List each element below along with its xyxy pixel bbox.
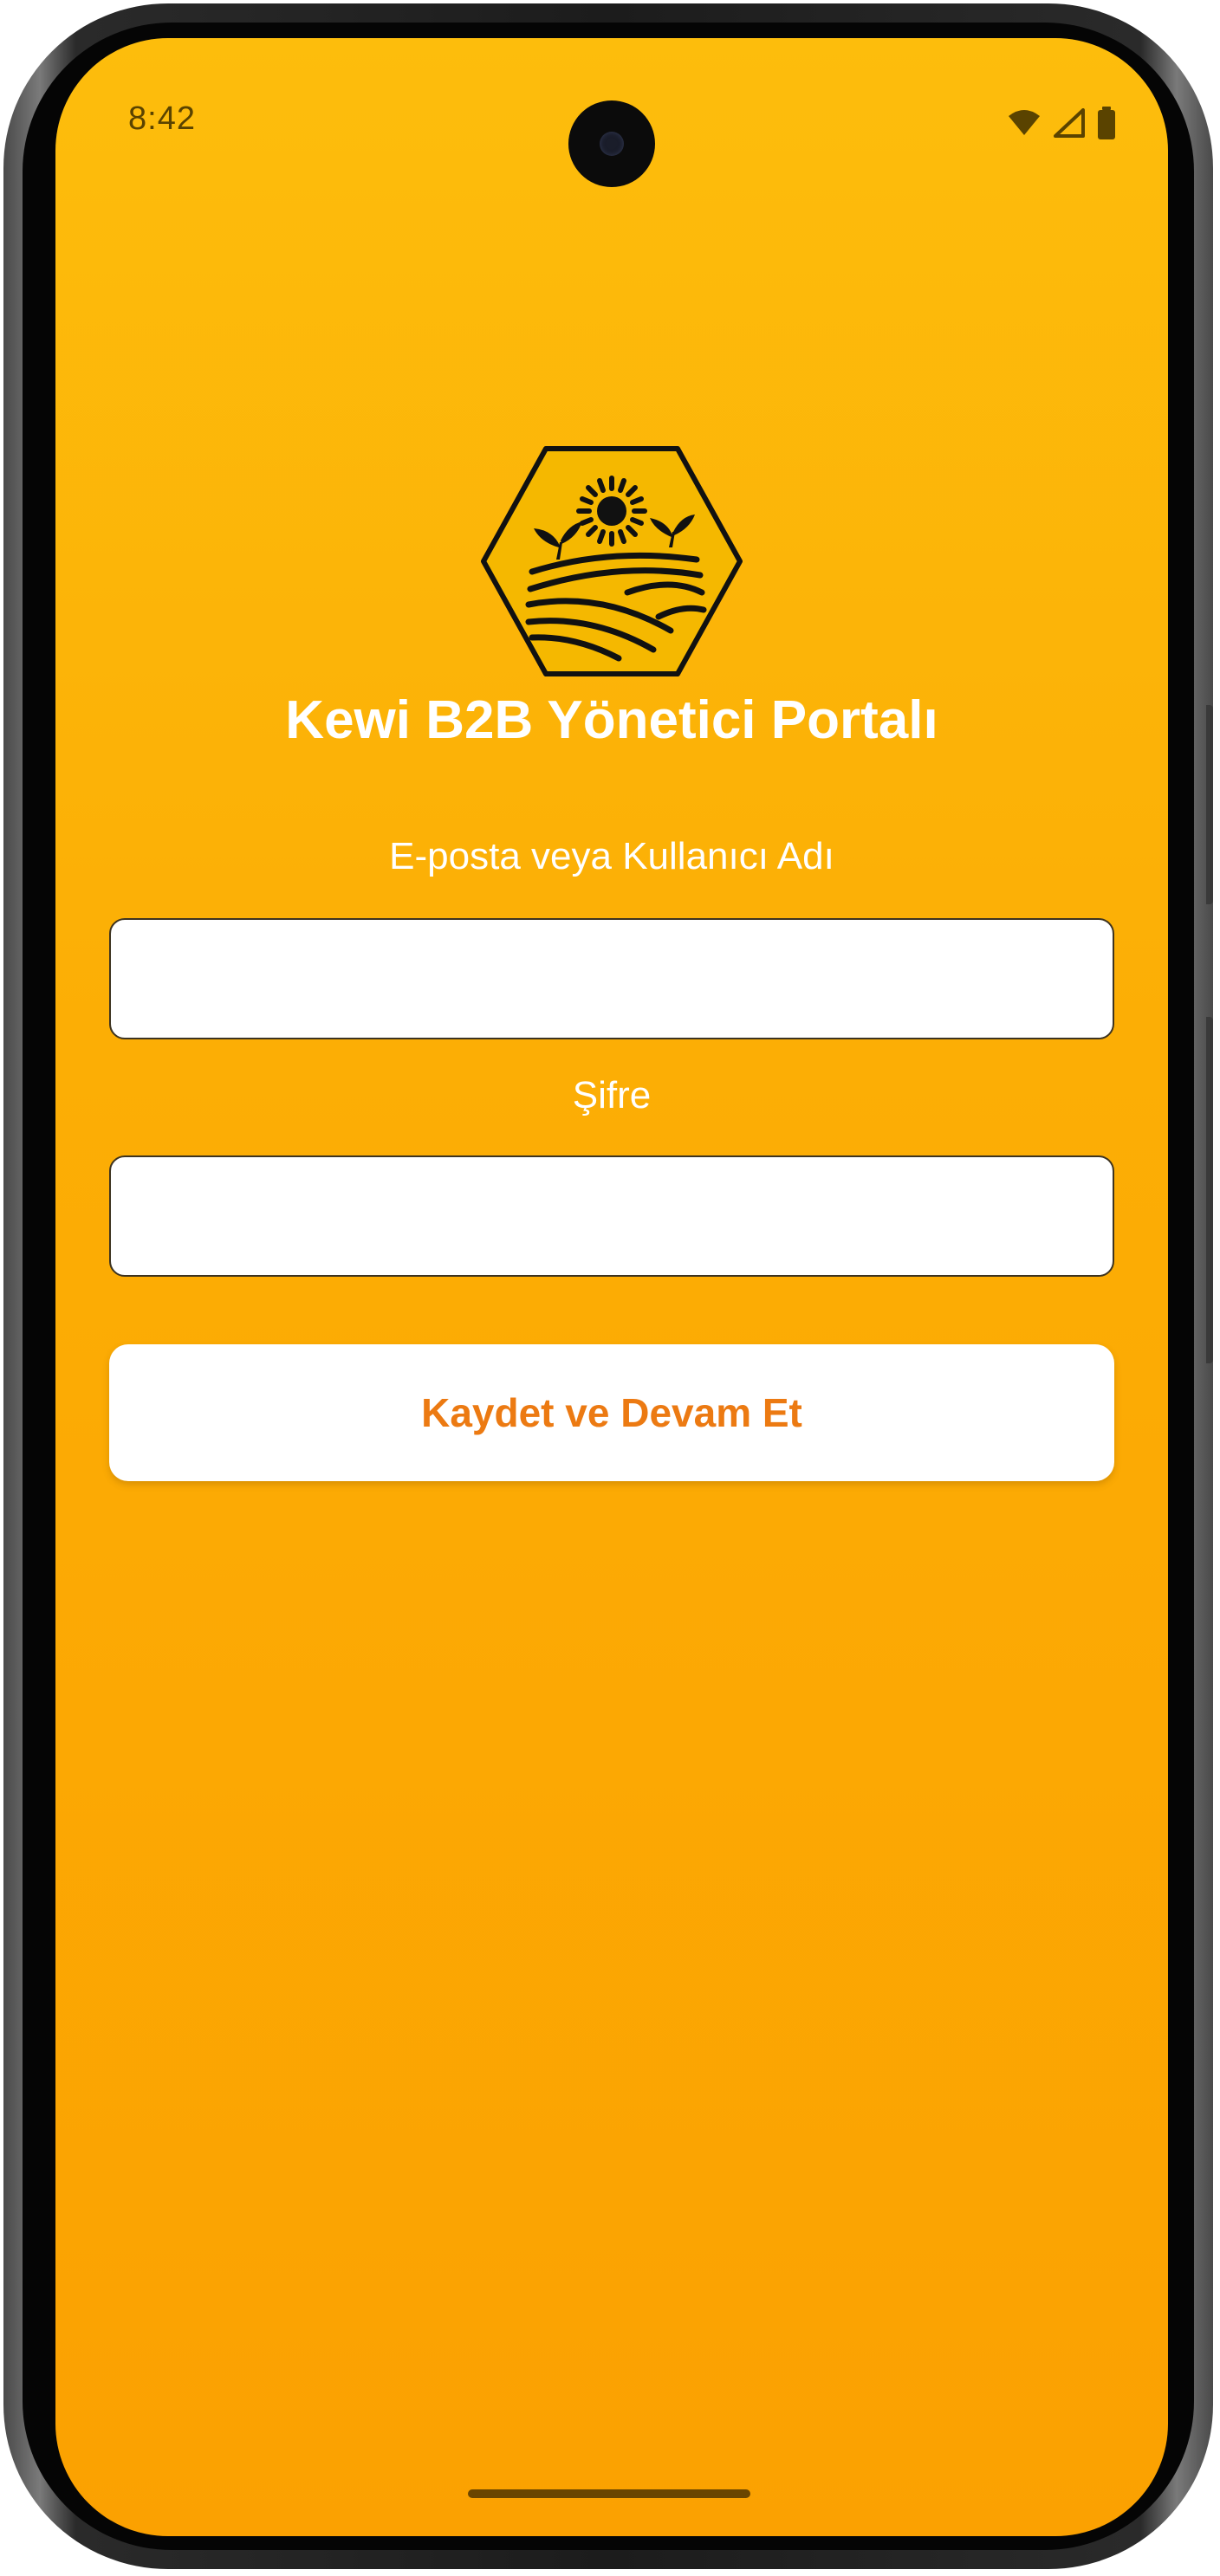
- page-title: Kewi B2B Yönetici Portalı: [285, 690, 938, 750]
- app-screen: 8:42 Kewi B2B Yönetici Portalı E-posta v…: [55, 38, 1168, 2536]
- wifi-icon: [1009, 110, 1040, 135]
- save-and-continue-button[interactable]: Kaydet ve Devam Et: [109, 1344, 1114, 1481]
- phone-frame: 8:42 Kewi B2B Yönetici Portalı E-posta v…: [3, 3, 1213, 2569]
- home-indicator[interactable]: [468, 2489, 750, 2498]
- status-time: 8:42: [128, 100, 196, 137]
- username-label: E-posta veya Kullanıcı Adı: [389, 835, 834, 877]
- status-icons: [1007, 106, 1116, 140]
- power-button: [1206, 705, 1213, 904]
- cellular-signal-icon: [1054, 108, 1085, 138]
- username-input[interactable]: [109, 918, 1114, 1039]
- password-label: Şifre: [572, 1074, 652, 1116]
- hexagon-farm-sun-logo: [481, 446, 743, 676]
- battery-icon: [1098, 107, 1115, 139]
- front-camera: [568, 100, 655, 187]
- volume-button: [1206, 1017, 1213, 1363]
- password-input[interactable]: [109, 1155, 1114, 1277]
